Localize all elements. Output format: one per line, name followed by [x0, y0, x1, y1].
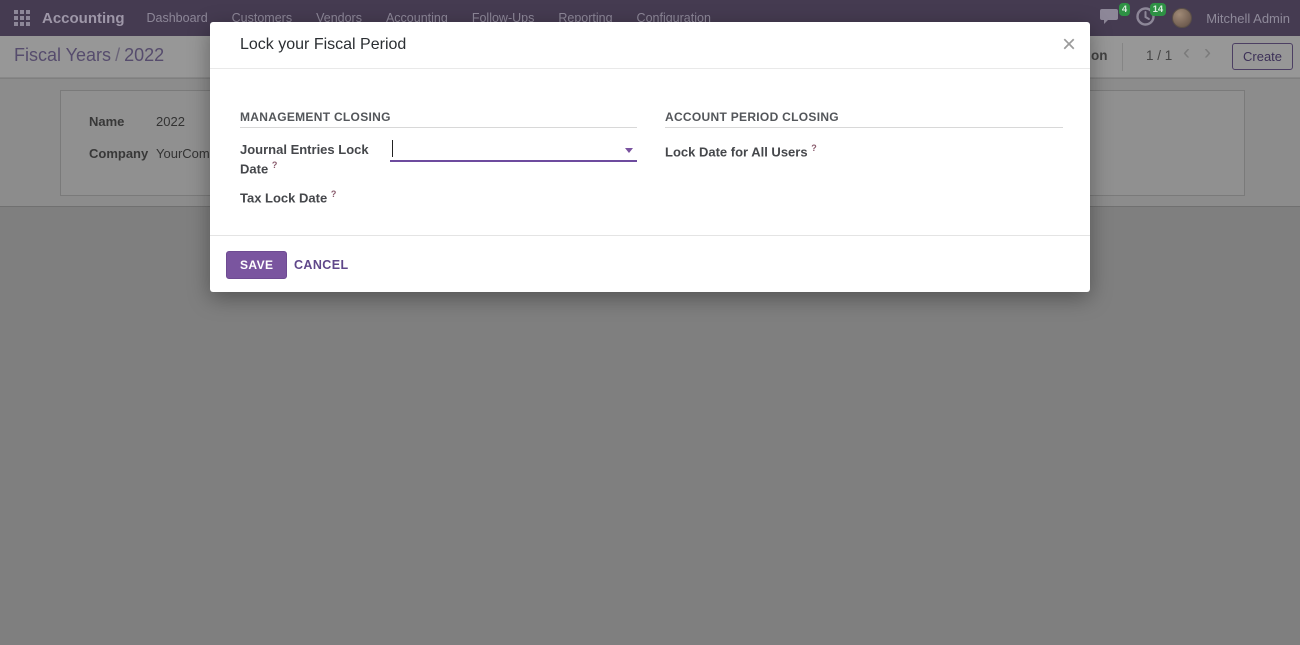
save-button[interactable]: SAVE	[226, 251, 287, 279]
help-icon[interactable]: ?	[811, 143, 817, 153]
user-avatar[interactable]	[1172, 8, 1192, 28]
activities-badge: 14	[1150, 3, 1167, 16]
app-name[interactable]: Accounting	[42, 10, 125, 27]
control-panel-divider	[1122, 43, 1123, 71]
tax-lock-date-text: Tax Lock Date	[240, 190, 327, 205]
account-period-closing-title: ACCOUNT PERIOD CLOSING	[665, 110, 1063, 124]
lock-date-all-users-text: Lock Date for All Users	[665, 144, 808, 159]
management-closing-title: MANAGEMENT CLOSING	[240, 110, 637, 124]
dialog-header-divider	[210, 68, 1090, 69]
help-icon[interactable]: ?	[272, 160, 278, 170]
breadcrumb-separator: /	[111, 45, 124, 65]
pager-next-icon[interactable]: ›	[1204, 41, 1211, 65]
activities-button[interactable]: 14	[1136, 7, 1158, 29]
tax-lock-date-label: Tax Lock Date ?	[240, 188, 336, 208]
breadcrumb-current: 2022	[124, 45, 164, 65]
dialog-title: Lock your Fiscal Period	[240, 36, 406, 54]
apps-grid-icon[interactable]	[14, 10, 30, 26]
help-icon[interactable]: ?	[331, 189, 337, 199]
management-closing-underline	[240, 127, 637, 128]
name-value[interactable]: 2022	[156, 114, 185, 129]
dialog-footer-divider	[210, 235, 1090, 236]
user-name[interactable]: Mitchell Admin	[1206, 11, 1290, 26]
chevron-down-icon[interactable]	[625, 148, 633, 153]
screen: Accounting Dashboard Customers Vendors A…	[0, 0, 1300, 645]
chat-bubble-icon	[1100, 7, 1120, 25]
pager-value: 1 / 1	[1146, 48, 1172, 63]
menu-dashboard[interactable]: Dashboard	[147, 0, 208, 36]
cancel-button[interactable]: CANCEL	[288, 251, 354, 279]
breadcrumb: Fiscal Years/2022	[14, 45, 164, 66]
navbar-right: 4 14 Mitchell Admin	[1100, 0, 1290, 36]
field-row-name: Name 2022	[89, 114, 185, 129]
pager-previous-icon[interactable]: ‹	[1183, 41, 1190, 65]
close-icon[interactable]: ×	[1062, 28, 1076, 62]
journal-entries-lock-date-input[interactable]	[390, 138, 637, 160]
action-menu-clipped[interactable]: on	[1091, 48, 1108, 63]
name-label: Name	[89, 114, 156, 129]
create-button[interactable]: Create	[1232, 43, 1293, 70]
journal-entries-lock-date-text: Journal Entries Lock Date	[240, 142, 369, 177]
lock-fiscal-period-dialog: Lock your Fiscal Period × MANAGEMENT CLO…	[210, 22, 1090, 292]
messages-button[interactable]: 4	[1100, 7, 1122, 29]
company-label: Company	[89, 146, 156, 161]
lock-date-all-users-label: Lock Date for All Users ?	[665, 142, 817, 162]
journal-entries-lock-date-field	[390, 138, 637, 162]
messages-badge: 4	[1119, 3, 1130, 16]
text-cursor	[392, 140, 393, 157]
journal-entries-lock-date-label: Journal Entries Lock Date ?	[240, 141, 380, 179]
account-period-closing-underline	[665, 127, 1063, 128]
breadcrumb-parent[interactable]: Fiscal Years	[14, 45, 111, 65]
